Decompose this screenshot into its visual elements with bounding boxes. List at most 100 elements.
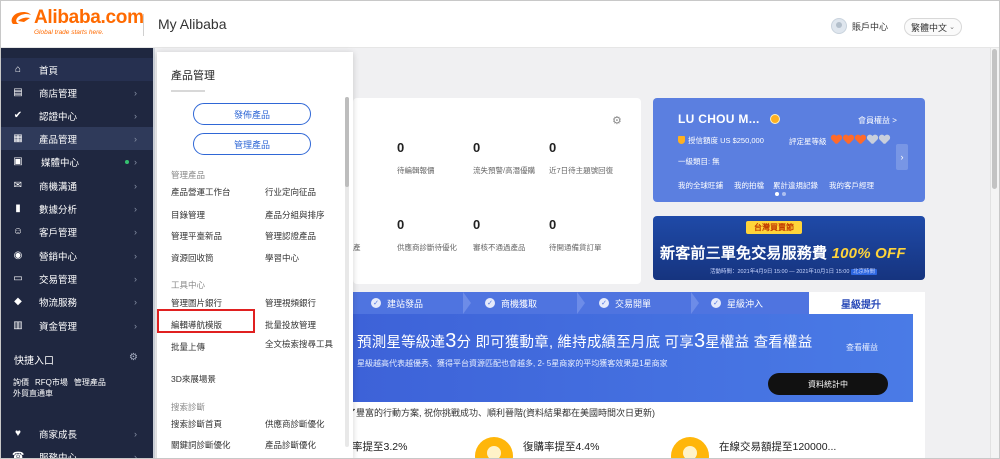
chevron-right-icon[interactable]: › [896,144,908,170]
link-product-diagnosis[interactable]: 產品診斷優化 [265,439,316,451]
link-product-workbench[interactable]: 產品營運工作台 [171,186,231,198]
link-learning-center[interactable]: 學習中心 [265,252,299,264]
alibaba-logo[interactable]: Alibaba.com Global trade starts here. [9,7,144,41]
sidebar-item-label: 營銷中心 [39,251,78,263]
carousel-dots [775,192,789,196]
link-image-bank[interactable]: 管理圖片銀行 [171,297,222,309]
promo-banner[interactable]: 台灣買賣節 新客前三單免交易服務費 100% OFF 活動時間：2021年4月9… [653,216,925,280]
member-link-account-manager[interactable]: 我的客戶經理 [829,180,874,191]
sidebar-item-marketing[interactable]: ◉ 營銷中心 › [1,244,153,267]
link-bulk-upload[interactable]: 批量上傳 [171,341,205,353]
language-selector[interactable]: 繁體中文 ⌄ [904,18,962,36]
member-link-storefront[interactable]: 我的全球旺鋪 [678,180,723,191]
member-benefits-link[interactable]: 會員權益 > [858,115,897,126]
gold-supplier-badge-icon [770,114,780,124]
top-header: Alibaba.com Global trade starts here. My… [1,1,999,48]
step-separator [577,292,585,314]
quick-links: 詢價 RFQ市場 管理產品 外貿直通車 [13,377,148,399]
view-benefits-link[interactable]: 查看權益 [846,342,878,353]
sidebar-item-service[interactable]: ☎ 服務中心 › [1,445,153,459]
action-plan-text: 了豐富的行動方案, 祝你挑戰成功、順利晉階(資料結果都在美國時間次日更新) [347,408,655,418]
post-product-button[interactable]: 發佈產品 [193,103,311,125]
link-supplier-diagnosis[interactable]: 供應商診斷優化 [265,418,325,430]
chevron-right-icon: › [134,110,137,121]
link-targeted-sourcing[interactable]: 行业定向征品 [265,186,316,198]
link-certified-products[interactable]: 管理認證產品 [265,230,316,242]
star-forecast-text: 分 即可獲動章, 維持成績至月底 可享 [456,335,694,351]
credit-limit: 授信額度 US $250,000 [678,135,764,146]
sidebar-item-label: 商家成長 [39,429,78,441]
link-groups-sorting[interactable]: 產品分組與排序 [265,209,325,221]
sidebar-item-messages[interactable]: ✉ 商機溝通 › [1,174,153,197]
step-star-upgrade[interactable]: 星級提升 [809,292,913,314]
stat-label: 待開通備貨訂單 [549,243,602,252]
stat-value[interactable]: 0 [397,140,404,155]
content-heading-strip [353,67,989,91]
quick-link-inquiries[interactable]: 詢價 [13,378,29,387]
member-link-violations[interactable]: 累計違規記錄 [773,180,818,191]
manage-products-button[interactable]: 管理產品 [193,133,311,155]
step-star-entry[interactable]: ✓ 星級沖入 [711,292,763,314]
sidebar-item-media[interactable]: ▣ 媒體中心 › [1,150,153,173]
flyout-title: 產品管理 [171,70,215,82]
quick-link-rfq[interactable]: RFQ市場 [35,378,68,387]
sidebar-item-label: 資金管理 [39,321,78,333]
member-link-partner[interactable]: 我的拍檔 [734,180,764,191]
quick-link-p4p[interactable]: 外貿直通車 [13,389,53,398]
carousel-dot[interactable] [775,192,779,196]
sidebar-item-logistics[interactable]: ◆ 物流服務 › [1,290,153,313]
carousel-dot[interactable] [782,192,786,196]
sidebar-item-products[interactable]: ▦ 產品管理 › [1,127,153,150]
products-icon: ▦ [13,133,23,144]
kpi-text: 在線交易額提至120000... [719,441,837,453]
gear-icon[interactable]: ⚙ [129,352,138,363]
avatar-icon [831,18,847,34]
star-forecast-stars: 3 [693,330,706,352]
sidebar-item-funds[interactable]: ▥ 資金管理 › [1,314,153,337]
sidebar-item-home[interactable]: ⌂ 首頁 [1,58,153,81]
flyout-scrollbar-thumb[interactable] [345,97,349,187]
stat-value[interactable]: 0 [397,217,404,232]
stat-value[interactable]: 0 [473,140,480,155]
gear-icon[interactable]: ⚙ [612,114,622,127]
quick-link-manage-products[interactable]: 管理產品 [74,378,106,387]
sidebar-item-customers[interactable]: ☺ 客戶管理 › [1,220,153,243]
promo-headline: 新客前三單免交易服務費 100% OFF [660,242,906,263]
star-rating [831,135,891,144]
sidebar-item-analytics[interactable]: ▮ 數據分析 › [1,197,153,220]
link-search-diagnosis[interactable]: 搜索診斷首頁 [171,418,222,430]
chevron-right-icon: › [134,87,137,98]
link-keyword-diagnosis[interactable]: 關鍵詞診斷優化 [171,439,231,451]
step-get-leads[interactable]: ✓ 商機獲取 [485,292,537,314]
data-stats-button[interactable]: 資料統計中 [768,373,888,395]
chevron-right-icon: › [134,451,137,459]
sidebar-item-orders[interactable]: ▭ 交易管理 › [1,267,153,290]
step-separator [463,292,471,314]
link-bulk-placement[interactable]: 批量投放管理 [265,319,316,331]
step-orders[interactable]: ✓ 交易開單 [599,292,651,314]
sidebar-item-store[interactable]: ▤ 商店管理 › [1,81,153,104]
stat-label: 流失預警/高潛優購 [473,166,536,175]
link-video-bank[interactable]: 管理視頻銀行 [265,297,316,309]
stat-value[interactable]: 0 [473,217,480,232]
check-icon: ✓ [599,298,609,308]
stat-value[interactable]: 0 [549,140,556,155]
check-icon: ✓ [485,298,495,308]
credit-limit-text: 授信額度 US $250,000 [688,136,764,145]
sidebar-item-verification[interactable]: ✔ 認證中心 › [1,104,153,127]
member-name[interactable]: LU CHOU M... [678,112,760,126]
link-3d-showroom[interactable]: 3D來展場景 [171,373,216,385]
stat-value[interactable]: 0 [549,217,556,232]
page-scrollbar-thumb[interactable] [992,49,997,189]
account-center[interactable]: 賬戶中心 [831,18,888,34]
link-full-text-search[interactable]: 全文檢索搜尋工具 [265,338,339,350]
shield-icon [678,136,685,144]
link-recycle-bin[interactable]: 資源回收筒 [171,252,214,264]
link-platform-new[interactable]: 管理平臺新品 [171,230,222,242]
link-catalog[interactable]: 目錄管理 [171,209,205,221]
promo-headline-text: 新客前三單免交易服務費 [660,245,828,262]
sidebar-item-growth[interactable]: ♥ 商家成長 › [1,422,153,445]
star-forecast-text: 預測星等級達 [357,335,446,351]
step-build-store[interactable]: ✓ 建站發品 [371,292,423,314]
stat-label: 待編輯報價 [397,166,435,175]
